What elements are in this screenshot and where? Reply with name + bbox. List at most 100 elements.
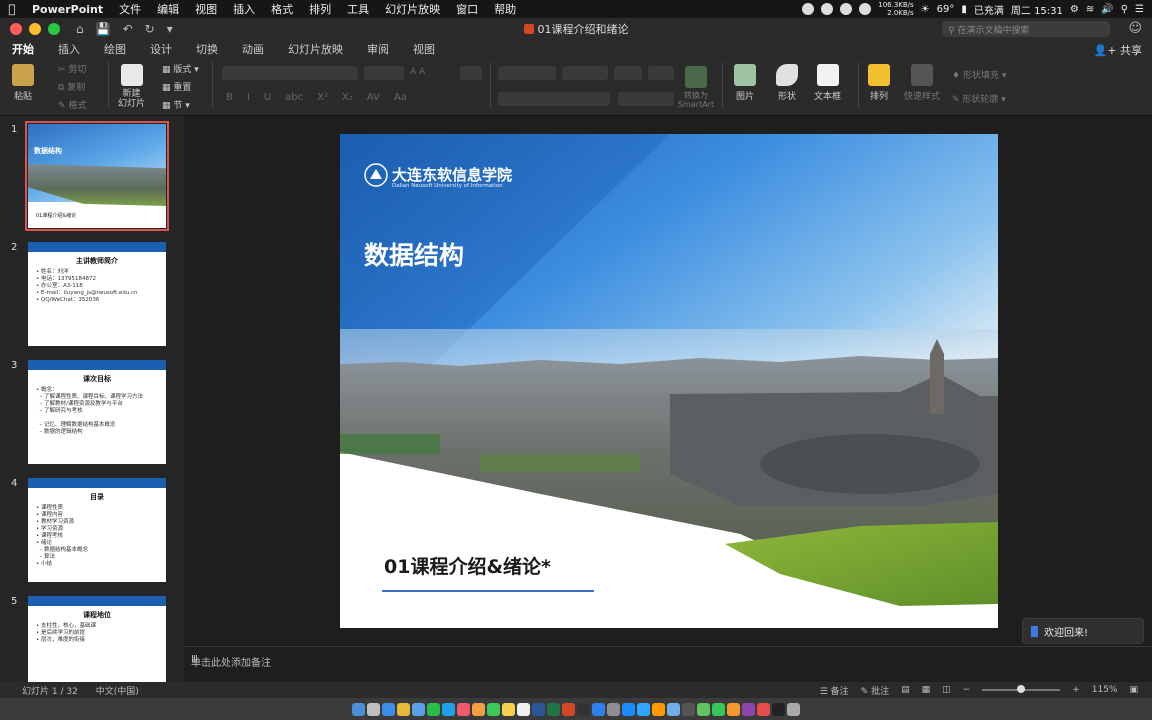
char-spacing-button[interactable]: AV: [367, 92, 380, 103]
dock-illustrator-icon[interactable]: [652, 702, 665, 716]
zoom-out-button[interactable]: −: [963, 685, 971, 695]
grow-shrink-font-buttons[interactable]: A A: [410, 67, 425, 77]
dock-maps-icon[interactable]: [697, 702, 710, 716]
menu-arrange[interactable]: 排列: [301, 1, 339, 17]
dock-qq-icon[interactable]: [442, 702, 455, 716]
layout-button[interactable]: ▦ 版式 ▾: [162, 62, 199, 75]
notification-center-icon[interactable]: ☰: [1135, 4, 1144, 15]
dock-music-icon[interactable]: [457, 702, 470, 716]
tab-animations[interactable]: 动画: [230, 41, 276, 57]
fit-to-window-icon[interactable]: ▣: [1129, 685, 1138, 695]
dock-stocks-icon[interactable]: [772, 702, 785, 716]
wechat-status-icon[interactable]: [821, 3, 834, 15]
clock[interactable]: 周二 15:31: [1011, 2, 1063, 17]
slide-preview[interactable]: 主讲教师简介 • 姓名：刘洋 • 电话：13795184872 • 办公室：A3…: [28, 242, 166, 346]
notes-placeholder[interactable]: 单击此处添加备注: [191, 654, 271, 669]
sync-status-icon[interactable]: [840, 3, 853, 15]
dock-podcasts-icon[interactable]: [742, 702, 755, 716]
reset-button[interactable]: ▦ 重置: [162, 80, 191, 93]
tab-insert[interactable]: 插入: [46, 41, 92, 57]
change-case-button[interactable]: Aa: [394, 92, 407, 103]
dock-word-icon[interactable]: [532, 702, 545, 716]
new-slide-button[interactable]: 新建 幻灯片: [118, 64, 145, 109]
language-indicator[interactable]: 中文(中国): [96, 684, 139, 697]
dock-news-icon[interactable]: [757, 702, 770, 716]
feedback-smiley-icon[interactable]: ☺: [1128, 21, 1142, 36]
notes-toggle[interactable]: ☰ 备注: [820, 684, 849, 697]
format-painter-button[interactable]: ✎ 格式: [58, 98, 86, 111]
spotlight-search-icon[interactable]: ⚲: [1121, 4, 1128, 15]
menu-tools[interactable]: 工具: [339, 1, 377, 17]
clear-format-button[interactable]: [460, 66, 482, 80]
volume-icon[interactable]: 🔊: [1101, 4, 1113, 15]
dock-safari-icon[interactable]: [382, 702, 395, 716]
dock-terminal-icon[interactable]: [577, 702, 590, 716]
menu-insert[interactable]: 插入: [225, 1, 263, 17]
dock-settings-icon[interactable]: [607, 702, 620, 716]
dock-launchpad-icon[interactable]: [367, 702, 380, 716]
dock-preview-icon[interactable]: [667, 702, 680, 716]
menu-window[interactable]: 窗口: [448, 1, 486, 17]
dock-calendar-icon[interactable]: [517, 702, 530, 716]
normal-view-icon[interactable]: ▤: [901, 685, 910, 695]
picture-button[interactable]: 图片: [734, 64, 756, 102]
dock-powerpoint-icon[interactable]: [562, 702, 575, 716]
subscript-button[interactable]: X₂: [342, 92, 353, 103]
redo-icon[interactable]: ↻: [145, 22, 155, 36]
columns-dropdown[interactable]: [648, 66, 674, 80]
slide-preview[interactable]: 课次目标 • 概念： – 了解课程性质、课程目标、课程学习方法 – 了解教材/课…: [28, 360, 166, 464]
dock-calculator-icon[interactable]: [682, 702, 695, 716]
bold-button[interactable]: B: [226, 92, 233, 103]
share-button[interactable]: 👤+ 共享: [1094, 42, 1142, 58]
dock-photoshop-icon[interactable]: [637, 702, 650, 716]
tab-draw[interactable]: 绘图: [92, 41, 138, 57]
dnd-status-icon[interactable]: [859, 3, 872, 15]
tab-slideshow[interactable]: 幻灯片放映: [276, 41, 355, 57]
section-button[interactable]: ▦ 节 ▾: [162, 98, 190, 111]
current-slide[interactable]: 大连东软信息学院 Dalian Neusoft University of In…: [340, 134, 998, 628]
dock-excel-icon[interactable]: [547, 702, 560, 716]
save-icon[interactable]: 💾: [96, 22, 111, 36]
bullets-dropdown[interactable]: [498, 66, 556, 80]
dock-chrome-icon[interactable]: [397, 702, 410, 716]
menu-app-name[interactable]: PowerPoint: [24, 3, 111, 16]
convert-smartart-button[interactable]: 转换为 SmartArt: [678, 66, 714, 109]
slide-sorter-icon[interactable]: ▦: [922, 685, 931, 695]
dock-wechat-icon[interactable]: [427, 702, 440, 716]
slide-preview[interactable]: 课程地位 • 支柱性，核心，基础课 • 是后续学习的前提 • 层次，难度的衔接: [28, 596, 166, 682]
menu-format[interactable]: 格式: [263, 1, 301, 17]
underline-button[interactable]: U: [264, 92, 271, 103]
dock-books-icon[interactable]: [727, 702, 740, 716]
zoom-window-button[interactable]: [48, 23, 60, 35]
dock-finder-icon[interactable]: [352, 702, 365, 716]
menu-edit[interactable]: 编辑: [149, 1, 187, 17]
paste-button[interactable]: 粘贴: [12, 64, 34, 102]
tab-review[interactable]: 审阅: [355, 41, 401, 57]
shape-button[interactable]: 形状: [776, 64, 798, 102]
dock-photos-icon[interactable]: [472, 702, 485, 716]
search-input[interactable]: ⚲ 在演示文稿中搜索: [942, 21, 1110, 37]
quick-styles-button[interactable]: 快速样式: [904, 64, 940, 102]
qq-status-icon[interactable]: [802, 3, 815, 15]
line-spacing-dropdown[interactable]: [614, 66, 642, 80]
menu-slideshow[interactable]: 幻灯片放映: [377, 1, 448, 17]
customize-toolbar-icon[interactable]: ▾: [167, 22, 173, 36]
slide-preview[interactable]: 数据结构 01课程介绍&绪论: [25, 121, 169, 231]
comments-toggle[interactable]: ✎ 批注: [861, 684, 889, 697]
dock-notes-icon[interactable]: [502, 702, 515, 716]
apple-icon[interactable]: : [0, 2, 24, 16]
menu-file[interactable]: 文件: [111, 1, 149, 17]
close-window-button[interactable]: [10, 23, 22, 35]
dock-mail-icon[interactable]: [412, 702, 425, 716]
dock-appstore-icon[interactable]: [622, 702, 635, 716]
menu-view[interactable]: 视图: [187, 1, 225, 17]
superscript-button[interactable]: X²: [317, 92, 328, 103]
weather-icon[interactable]: ☀: [921, 4, 930, 15]
tab-view[interactable]: 视图: [401, 41, 447, 57]
zoom-slider[interactable]: [982, 685, 1061, 693]
zoom-in-button[interactable]: +: [1072, 685, 1080, 695]
font-size-dropdown[interactable]: [364, 66, 404, 80]
shape-fill-button[interactable]: ♦ 形状填充 ▾: [952, 68, 1006, 81]
font-name-dropdown[interactable]: [222, 66, 358, 80]
arrange-button[interactable]: 排列: [868, 64, 890, 102]
